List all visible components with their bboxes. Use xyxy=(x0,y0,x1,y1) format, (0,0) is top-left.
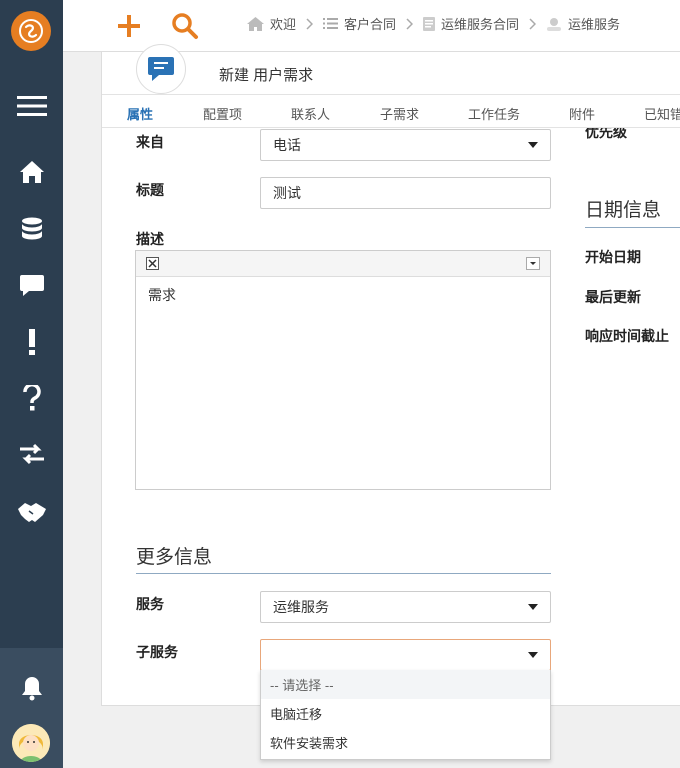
avatar[interactable] xyxy=(12,724,50,762)
caret-down-icon xyxy=(528,142,538,148)
tab-known-errors[interactable]: 已知错 xyxy=(644,104,680,123)
breadcrumb-item-welcome[interactable]: 欢迎 xyxy=(247,14,296,33)
chevron-right-icon xyxy=(406,17,414,30)
app-logo[interactable] xyxy=(11,11,51,51)
caret-down-icon xyxy=(528,652,538,658)
transfer-icon[interactable] xyxy=(0,434,63,474)
breadcrumb-item-ops-contract[interactable]: 运维服务合同 xyxy=(423,14,519,33)
origin-select[interactable]: 电话 xyxy=(260,129,551,161)
breadcrumb-label: 运维服务合同 xyxy=(441,17,520,32)
caret-down-icon xyxy=(528,604,538,610)
section-divider xyxy=(136,573,551,574)
tab-contacts[interactable]: 联系人 xyxy=(291,104,330,123)
breadcrumb-label: 客户合同 xyxy=(344,17,397,32)
tab-sub-requests[interactable]: 子需求 xyxy=(380,104,419,123)
tab-work-tasks[interactable]: 工作任务 xyxy=(468,104,520,123)
home-icon[interactable] xyxy=(0,152,63,192)
breadcrumb-label: 欢迎 xyxy=(270,17,297,32)
service-icon xyxy=(546,17,562,31)
ticket-icon xyxy=(136,44,186,94)
service-value: 运维服务 xyxy=(273,599,329,615)
dates-title: 日期信息 xyxy=(585,200,662,221)
sidebar-bottom xyxy=(0,648,63,768)
list-icon xyxy=(323,17,339,30)
tab-config-items[interactable]: 配置项 xyxy=(203,104,242,123)
response-deadline-label: 响应时间截止 xyxy=(585,328,669,344)
priority-label: 优先级 xyxy=(585,128,627,140)
chevron-right-icon xyxy=(529,17,537,30)
tab-properties[interactable]: 属性 xyxy=(127,104,153,123)
help-icon[interactable] xyxy=(0,378,63,418)
description-text: 需求 xyxy=(148,287,176,303)
breadcrumb-item-contracts[interactable]: 客户合同 xyxy=(323,14,396,33)
title-input[interactable]: 测试 xyxy=(260,177,551,209)
handshake-icon[interactable] xyxy=(0,492,63,532)
page-title: 新建 用户需求 xyxy=(219,67,314,84)
chevron-right-icon xyxy=(306,17,314,30)
more-info-title: 更多信息 xyxy=(136,547,213,568)
description-label: 描述 xyxy=(136,231,164,247)
subservice-dropdown: -- 请选择 -- 电脑迁移 软件安装需求 xyxy=(260,670,551,760)
breadcrumb: 欢迎 客户合同 运维服务合同 运维服务 xyxy=(247,14,620,33)
menu-icon[interactable] xyxy=(0,86,63,126)
service-select[interactable]: 运维服务 xyxy=(260,591,551,623)
bell-icon[interactable] xyxy=(0,668,63,708)
chat-icon[interactable] xyxy=(0,266,63,306)
origin-value: 电话 xyxy=(273,137,301,153)
add-icon[interactable] xyxy=(113,10,145,42)
subservice-select[interactable] xyxy=(260,639,551,671)
section-divider xyxy=(585,227,680,228)
dropdown-option[interactable]: -- 请选择 -- xyxy=(261,670,550,699)
chevron-down-icon[interactable] xyxy=(526,257,540,273)
home-icon xyxy=(247,16,264,31)
last-update-label: 最后更新 xyxy=(585,289,641,305)
document-icon xyxy=(423,16,436,31)
origin-label: 来自 xyxy=(136,134,164,150)
start-date-label: 开始日期 xyxy=(585,249,641,265)
title-label: 标题 xyxy=(136,182,164,198)
editor-toolbar xyxy=(136,251,550,277)
dropdown-option[interactable]: 电脑迁移 xyxy=(261,699,550,728)
alert-icon[interactable] xyxy=(0,322,63,362)
title-value: 测试 xyxy=(273,185,301,201)
subservice-label: 子服务 xyxy=(136,644,178,660)
priority-label-wrap: 优先级 xyxy=(585,128,627,142)
dropdown-option[interactable]: 软件安装需求 xyxy=(261,728,550,757)
breadcrumb-item-ops-service[interactable]: 运维服务 xyxy=(546,14,620,33)
tab-attachments[interactable]: 附件 xyxy=(569,104,595,123)
description-editor[interactable]: 需求 xyxy=(135,250,551,490)
service-label: 服务 xyxy=(136,596,164,612)
search-icon[interactable] xyxy=(169,10,201,42)
logo-icon xyxy=(19,19,43,43)
maximize-icon[interactable] xyxy=(146,257,159,273)
database-icon[interactable] xyxy=(0,210,63,250)
breadcrumb-label: 运维服务 xyxy=(568,17,621,32)
sidebar xyxy=(0,0,63,768)
tab-bar: 属性 配置项 联系人 子需求 工作任务 附件 已知错 xyxy=(102,94,680,128)
